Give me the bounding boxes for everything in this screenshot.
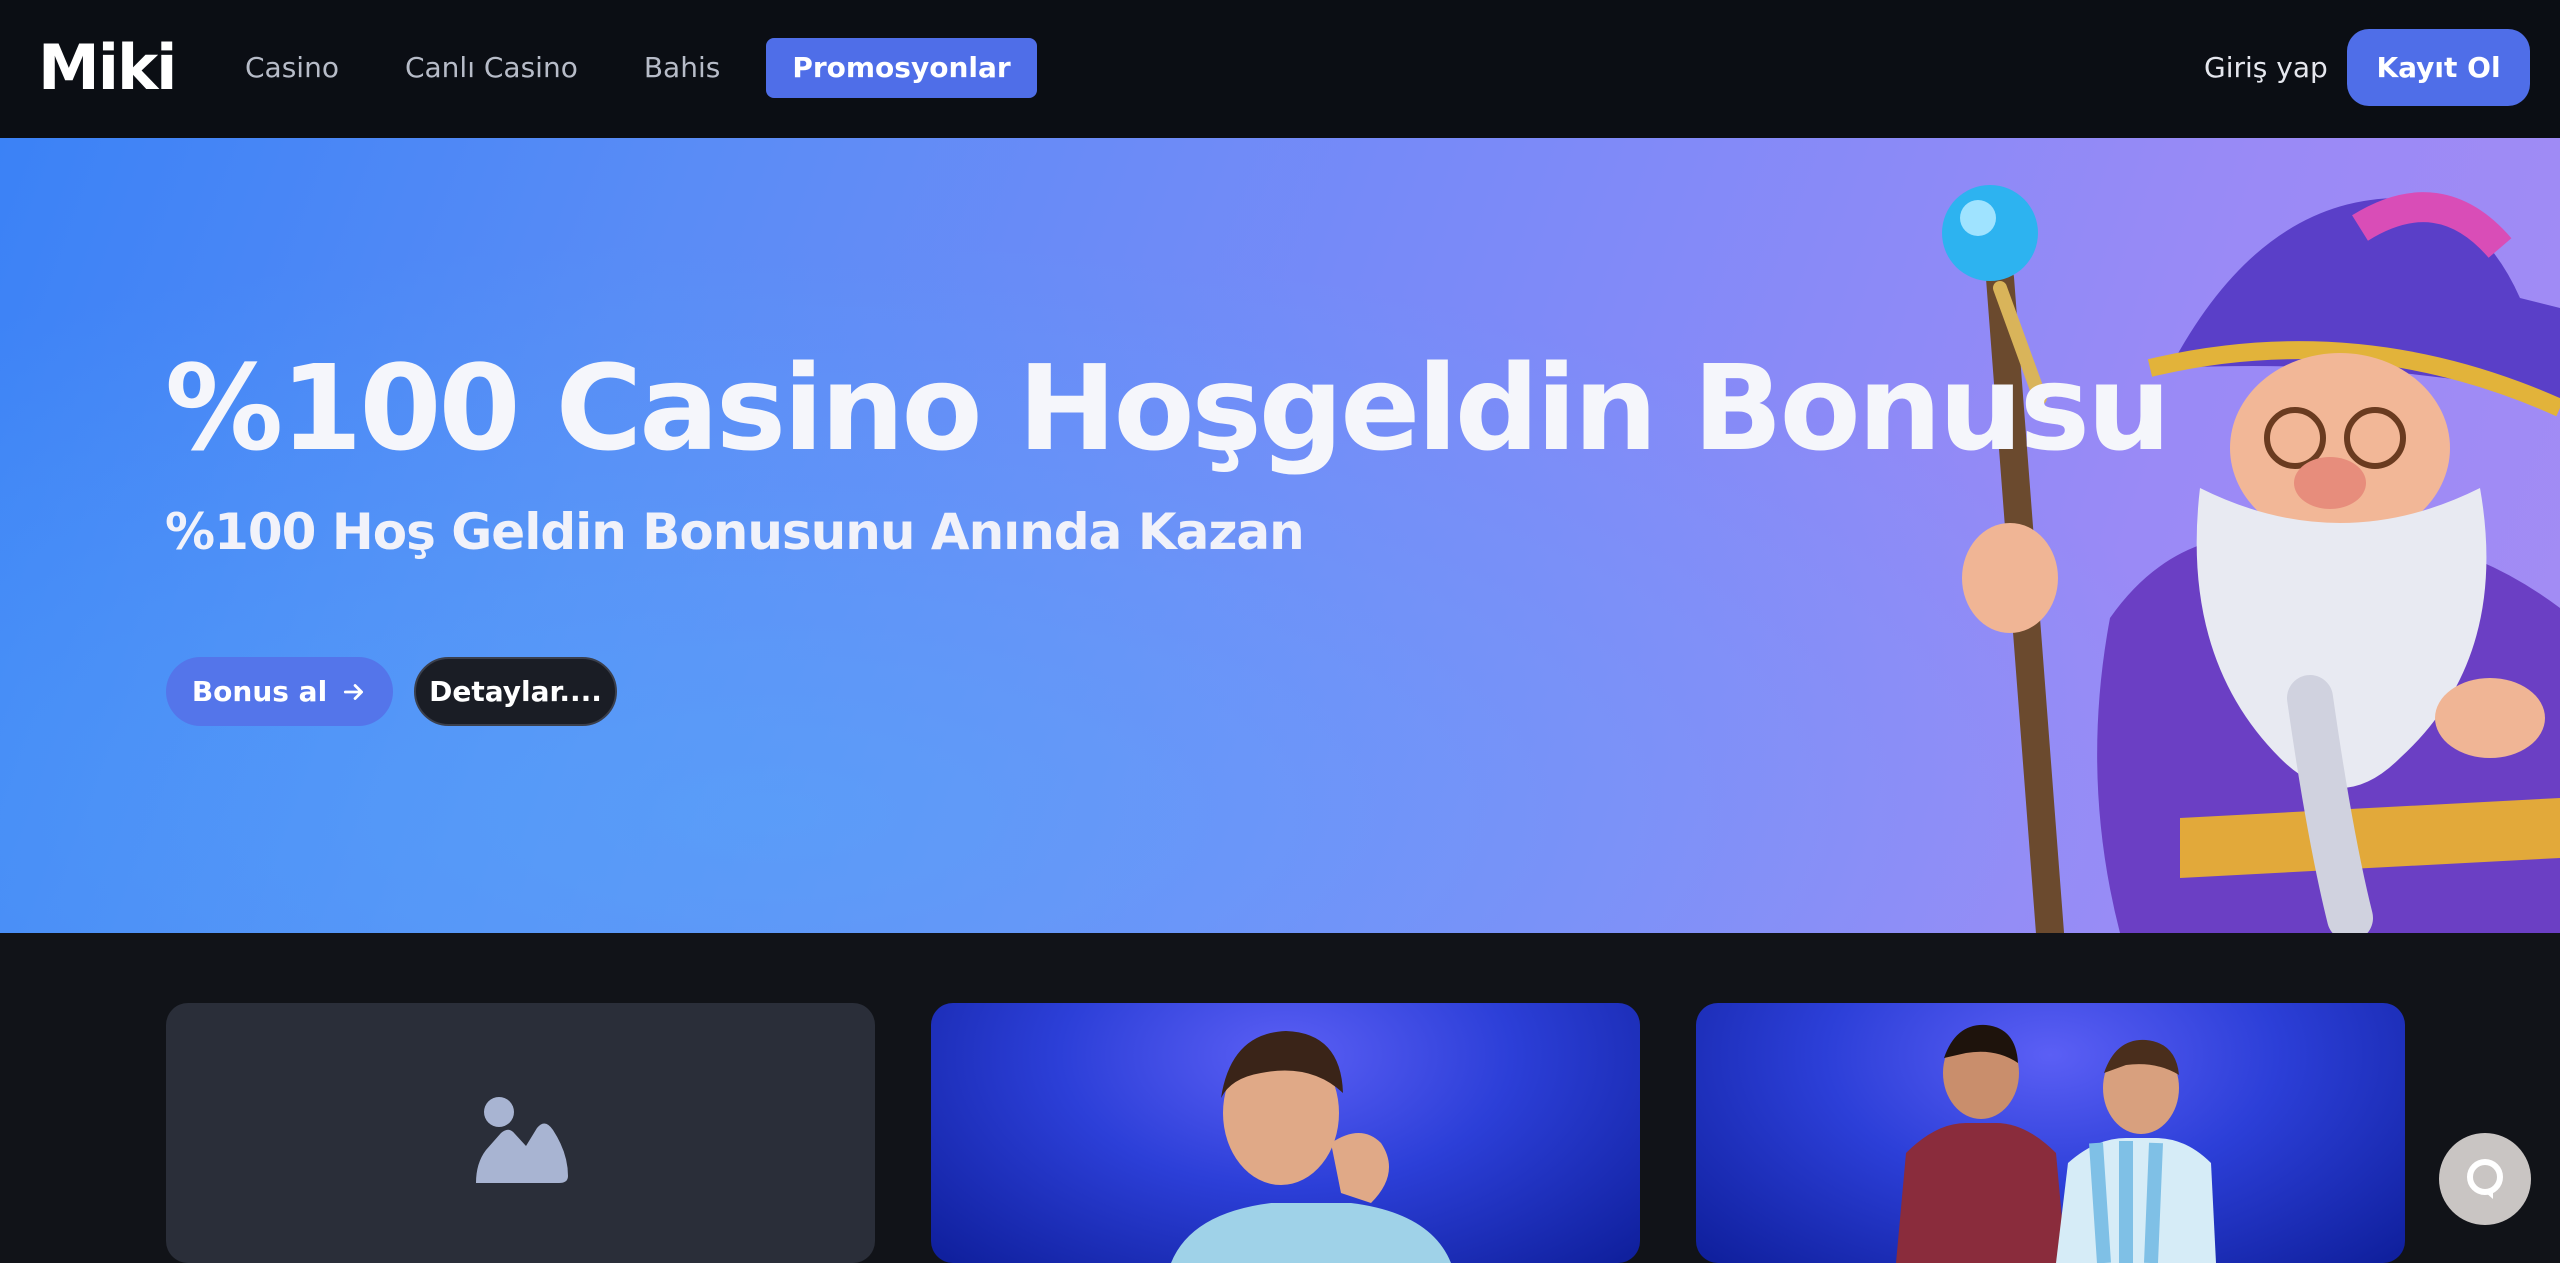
details-button[interactable]: Detaylar....: [414, 657, 617, 726]
wizard-illustration: [1942, 185, 2560, 933]
live-chat-button[interactable]: [2439, 1133, 2531, 1225]
promo-card-3[interactable]: [1696, 1003, 2405, 1263]
promo-footballers-photo: [1896, 1024, 2216, 1263]
hero-banner: %100 Casino Hoşgeldin Bonusu %100 Hoş Ge…: [0, 138, 2560, 933]
get-bonus-button[interactable]: Bonus al: [166, 657, 393, 726]
login-link[interactable]: Giriş yap: [2204, 48, 2328, 88]
site-logo[interactable]: Miki: [38, 30, 177, 106]
get-bonus-label: Bonus al: [191, 675, 328, 708]
chat-bubble-icon: [2467, 1159, 2503, 1199]
promo-player-photo: [1171, 1031, 1451, 1263]
nav-item-promotions[interactable]: Promosyonlar: [766, 38, 1037, 98]
top-header: Miki Casino Canlı Casino Bahis Promosyon…: [0, 0, 2560, 138]
arrow-right-icon: [344, 683, 364, 700]
signup-button[interactable]: Kayıt Ol: [2347, 29, 2530, 106]
hero-title: %100 Casino Hoşgeldin Bonusu: [165, 339, 2171, 477]
nav-item-casino[interactable]: Casino: [225, 38, 359, 98]
nav-item-live-casino[interactable]: Canlı Casino: [385, 38, 598, 98]
promo-card-2[interactable]: [931, 1003, 1640, 1263]
promo-cards: [0, 933, 2560, 1263]
hero-subtitle: %100 Hoş Geldin Bonusunu Anında Kazan: [165, 503, 1305, 561]
image-placeholder-icon: [476, 1097, 568, 1183]
main-nav: Casino Canlı Casino Bahis Promosyonlar: [225, 38, 1063, 98]
promo-card-1[interactable]: [166, 1003, 875, 1263]
nav-item-betting[interactable]: Bahis: [624, 38, 740, 98]
